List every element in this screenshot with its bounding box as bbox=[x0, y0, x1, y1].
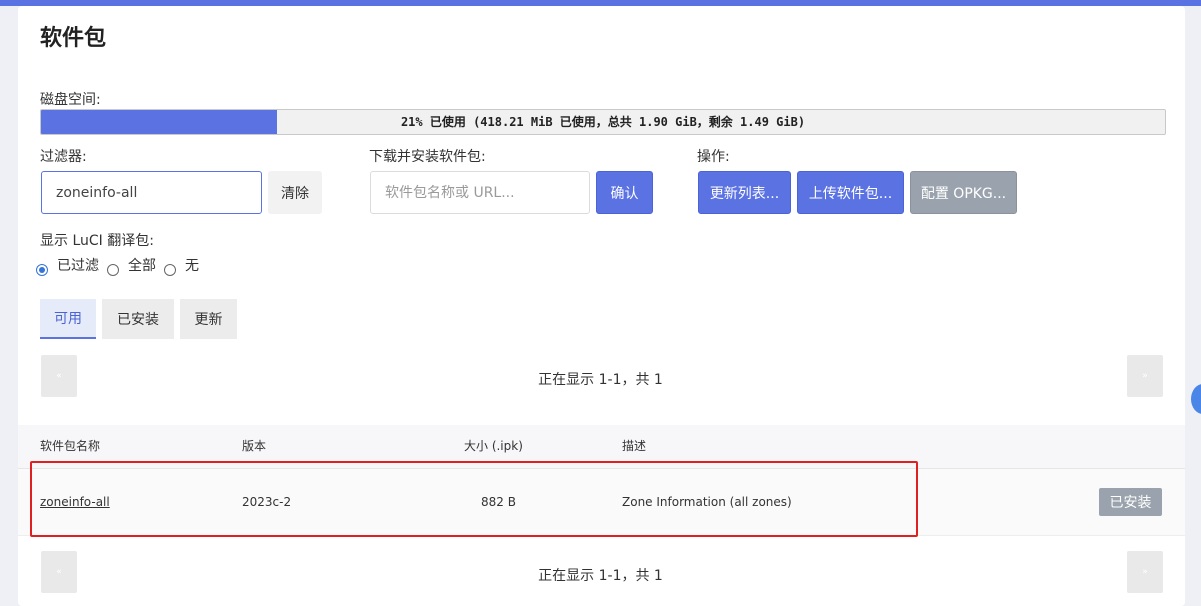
translations-label: 显示 LuCI 翻译包: bbox=[40, 233, 154, 249]
clear-filter-button[interactable]: 清除 bbox=[268, 171, 322, 214]
col-description-header: 描述 bbox=[622, 439, 647, 453]
page-title: 软件包 bbox=[40, 26, 107, 51]
radio-filtered-label: 已过滤 bbox=[57, 258, 99, 274]
col-name-header: 软件包名称 bbox=[40, 439, 101, 453]
disk-space-label: 磁盘空间: bbox=[40, 92, 101, 108]
download-label: 下载并安装软件包: bbox=[369, 149, 486, 165]
filter-label: 过滤器: bbox=[40, 149, 87, 165]
next-page-button-bottom[interactable]: » bbox=[1127, 551, 1163, 593]
package-size-cell: 882 B bbox=[481, 495, 516, 509]
confirm-install-button[interactable]: 确认 bbox=[596, 171, 653, 214]
table-row: zoneinfo-all 2023c-2 882 B Zone Informat… bbox=[18, 469, 1185, 536]
disk-usage-text: 21% 已使用 (418.21 MiB 已使用，总共 1.90 GiB，剩余 1… bbox=[400, 115, 806, 129]
next-page-button[interactable]: » bbox=[1127, 355, 1163, 397]
update-lists-button[interactable]: 更新列表... bbox=[698, 171, 791, 214]
radio-all-label: 全部 bbox=[128, 258, 156, 274]
col-version-header: 版本 bbox=[242, 439, 267, 453]
radio-filtered[interactable] bbox=[36, 264, 48, 276]
tab-updates[interactable]: 更新 bbox=[180, 299, 237, 339]
translations-radio-group: 已过滤 全部 无 bbox=[36, 254, 207, 276]
pager-status: 正在显示 1-1，共 1 bbox=[538, 372, 663, 388]
table-header: 软件包名称 版本 大小 (.ipk) 描述 bbox=[18, 425, 1185, 469]
disk-usage-bar: 21% 已使用 (418.21 MiB 已使用，总共 1.90 GiB，剩余 1… bbox=[40, 109, 1166, 135]
tab-available[interactable]: 可用 bbox=[40, 299, 96, 339]
package-version-cell: 2023c-2 bbox=[242, 495, 292, 509]
pager-status-bottom: 正在显示 1-1，共 1 bbox=[538, 568, 663, 584]
filter-input[interactable] bbox=[41, 171, 262, 214]
tab-installed[interactable]: 已安装 bbox=[102, 299, 174, 339]
package-url-input[interactable] bbox=[370, 171, 590, 214]
upload-package-button[interactable]: 上传软件包... bbox=[797, 171, 904, 214]
package-description-cell: Zone Information (all zones) bbox=[622, 495, 792, 509]
configure-opkg-button[interactable]: 配置 OPKG... bbox=[910, 171, 1017, 214]
package-name-cell: zoneinfo-all bbox=[40, 495, 110, 509]
radio-none[interactable] bbox=[164, 264, 176, 276]
radio-none-label: 无 bbox=[185, 258, 199, 274]
col-size-header: 大小 (.ipk) bbox=[464, 439, 523, 453]
package-name-link[interactable]: zoneinfo-all bbox=[40, 495, 110, 509]
radio-all[interactable] bbox=[107, 264, 119, 276]
actions-label: 操作: bbox=[697, 149, 730, 165]
installed-button[interactable]: 已安装 bbox=[1099, 488, 1162, 516]
